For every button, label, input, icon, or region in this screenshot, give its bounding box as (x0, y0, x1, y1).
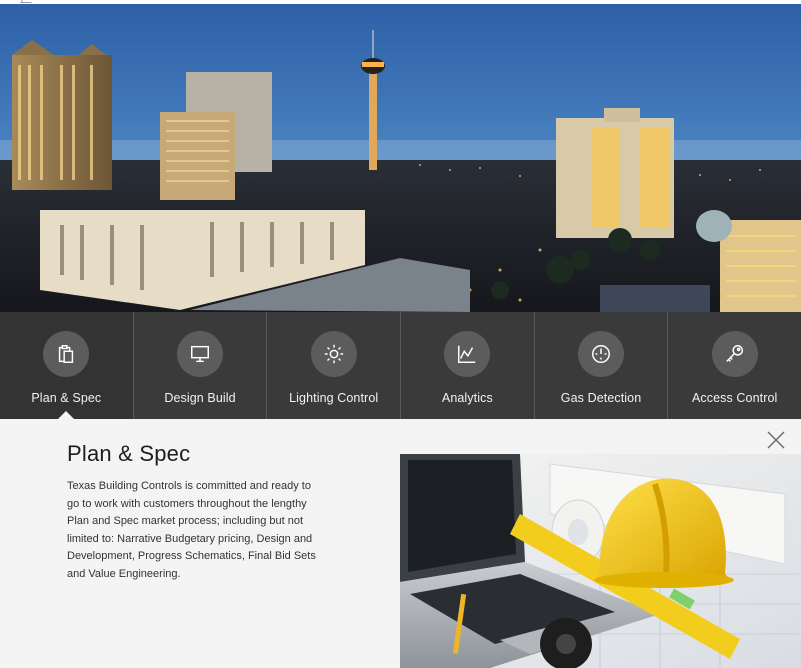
service-tile-analytics[interactable]: Analytics (401, 312, 535, 419)
close-icon[interactable] (766, 430, 786, 450)
gauge-icon (578, 331, 625, 377)
sun-icon (310, 331, 357, 377)
monitor-icon (177, 331, 223, 377)
detail-title: Plan & Spec (67, 441, 191, 466)
line-chart-icon (444, 331, 491, 377)
service-tile-plan-spec[interactable]: Plan & Spec (0, 312, 134, 420)
service-label: Access Control (691, 391, 778, 405)
service-label: Gas Detection (560, 391, 642, 405)
service-label: Design Build (164, 391, 236, 405)
clipboard-icon (43, 331, 90, 377)
plan-spec-photo (400, 454, 801, 668)
service-detail-panel: Plan & Spec Texas Building Controls is c… (0, 419, 801, 668)
service-tile-lighting-control[interactable]: Lighting Control (267, 312, 402, 419)
service-label: Analytics (441, 391, 493, 405)
service-tile-gas-detection[interactable]: Gas Detection (535, 312, 669, 419)
corner-glyph (20, 0, 35, 3)
service-tile-access-control[interactable]: Access Control (668, 312, 801, 419)
service-tile-design-build[interactable]: Design Build (134, 312, 268, 419)
key-icon (711, 331, 758, 377)
service-nav: Plan & Spec Design Build Lighting Contro… (0, 312, 801, 420)
top-strip (0, 0, 801, 4)
service-label: Plan & Spec (31, 391, 102, 405)
hero-city-image (0, 0, 801, 312)
service-label: Lighting Control (289, 391, 379, 405)
detail-description: Texas Building Controls is committed and… (67, 480, 316, 580)
